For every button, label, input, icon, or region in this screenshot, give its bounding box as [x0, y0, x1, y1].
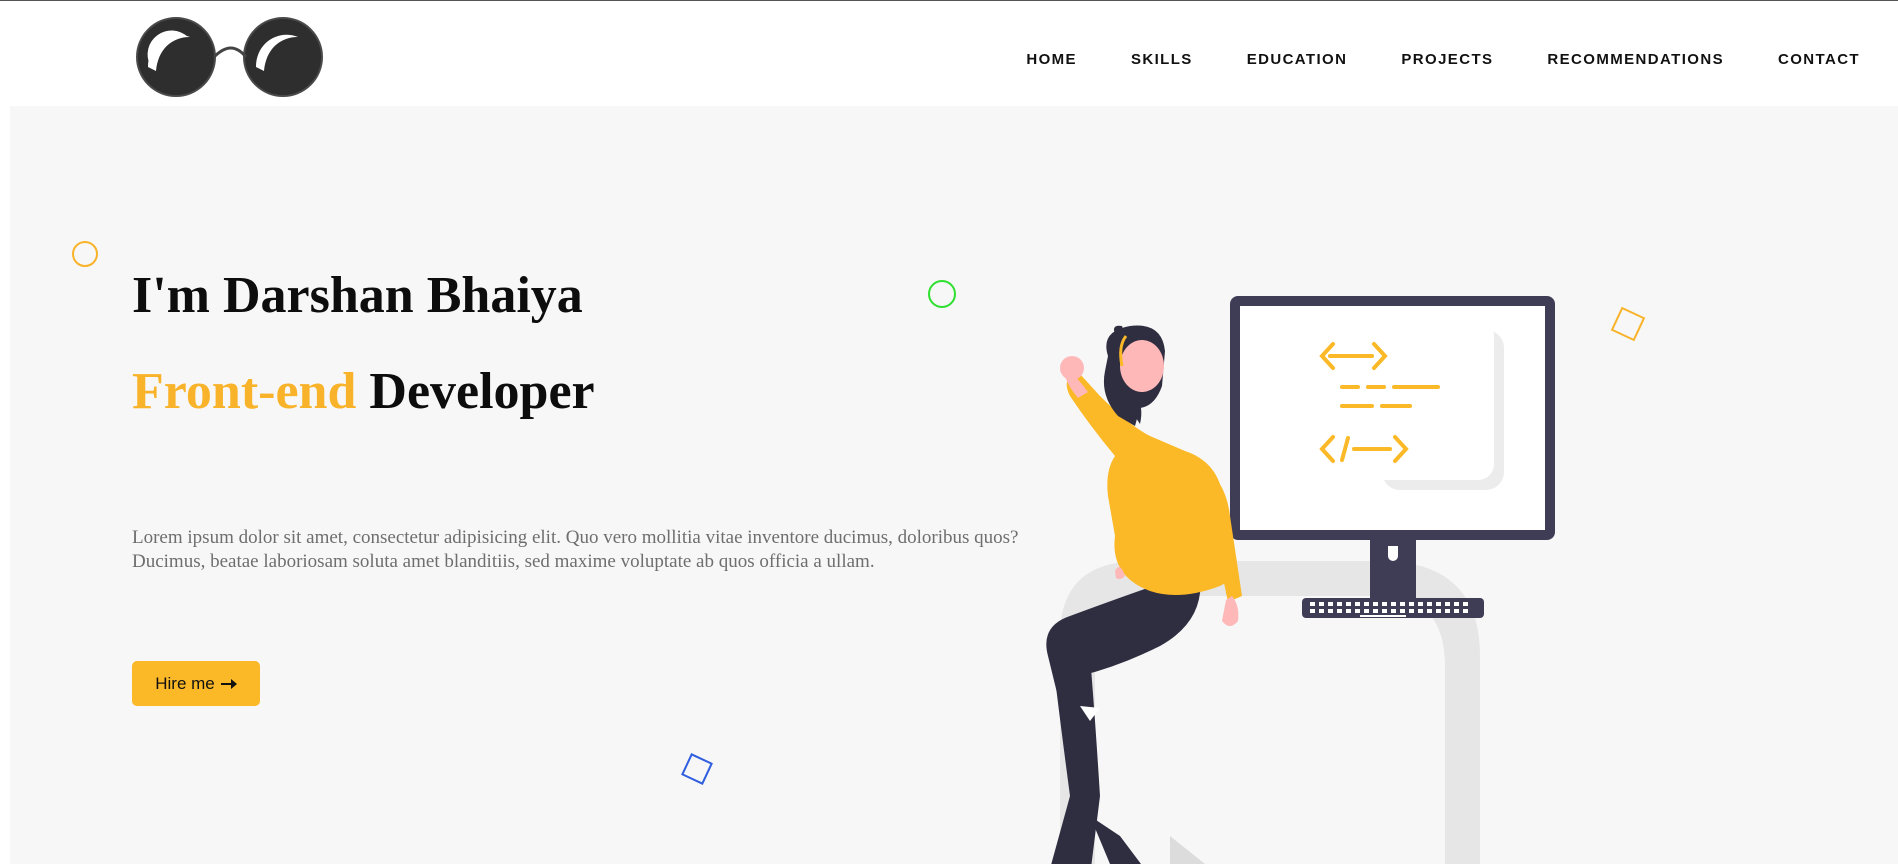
- glasses-logo[interactable]: [128, 15, 328, 99]
- hire-me-button[interactable]: Hire me: [132, 661, 260, 706]
- developer-illustration: [1046, 296, 1555, 864]
- hire-me-label: Hire me: [155, 673, 215, 693]
- role-accent: Front-end: [132, 363, 357, 420]
- main-nav: HOME SKILLS EDUCATION PROJECTS RECOMMEND…: [972, 51, 1860, 68]
- nav-education[interactable]: EDUCATION: [1247, 51, 1348, 68]
- nav-recommendations[interactable]: RECOMMENDATIONS: [1547, 51, 1724, 68]
- hero-description: Lorem ipsum dolor sit amet, consectetur …: [132, 527, 1019, 572]
- hero-section: I'm Darshan Bhaiya Front-end Developer L…: [10, 106, 1898, 864]
- nav-skills[interactable]: SKILLS: [1131, 51, 1193, 68]
- site-header: HOME SKILLS EDUCATION PROJECTS RECOMMEND…: [0, 1, 1898, 106]
- nav-contact[interactable]: CONTACT: [1778, 51, 1860, 68]
- circle-outline-icon: [72, 241, 98, 267]
- arrow-right-icon: [220, 678, 237, 689]
- role-rest: Developer: [356, 363, 595, 420]
- hero-role: Front-end Developer: [132, 366, 595, 418]
- hero-greeting: I'm Darshan Bhaiya: [132, 267, 583, 324]
- nav-projects[interactable]: PROJECTS: [1401, 51, 1493, 68]
- diamond-outline-icon: [681, 753, 713, 785]
- nav-home[interactable]: HOME: [1026, 51, 1077, 68]
